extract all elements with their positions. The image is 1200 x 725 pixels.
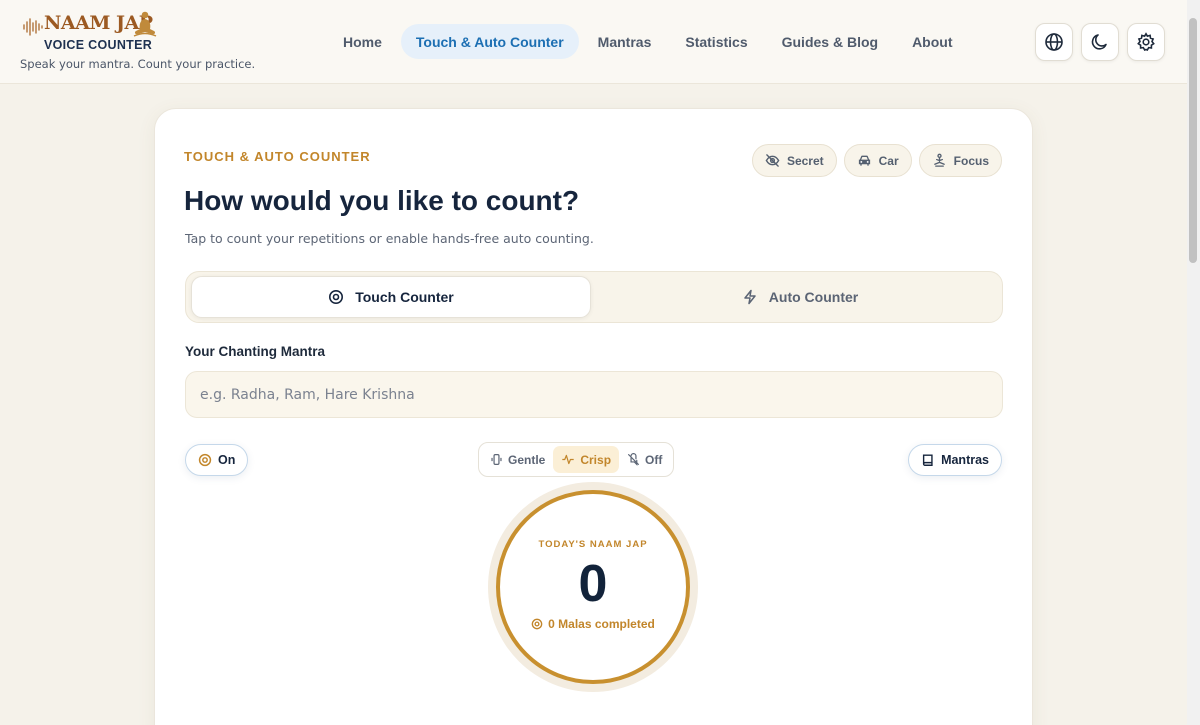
mantra-input[interactable] — [185, 371, 1003, 418]
lightning-icon — [744, 289, 756, 305]
nav-about[interactable]: About — [897, 24, 967, 59]
car-mode-label: Car — [878, 153, 899, 168]
site-logo[interactable]: NAAM JAP VOICE COUNTER — [22, 10, 162, 54]
sound-wave-icon — [23, 18, 43, 36]
page-title: How would you like to count? — [184, 185, 580, 216]
counter-type-switch: Touch Counter Auto Counter — [185, 271, 1003, 323]
car-icon — [858, 155, 870, 166]
site-header: NAAM JAP VOICE COUNTER Speak your mantra… — [0, 0, 1187, 84]
nav-mantras[interactable]: Mantras — [583, 24, 667, 59]
sound-toggle-label: On — [218, 453, 236, 467]
book-icon — [922, 454, 933, 466]
sound-toggle[interactable]: On — [185, 444, 249, 476]
touch-counter-tab[interactable]: Touch Counter — [191, 276, 591, 318]
mantras-button[interactable]: Mantras — [908, 444, 1002, 476]
mode-pills: Secret Car Focus — [745, 144, 1002, 177]
focus-icon — [933, 153, 945, 167]
target-icon — [329, 290, 344, 304]
mute-icon — [628, 453, 640, 466]
logo-subtitle: VOICE COUNTER — [44, 38, 153, 52]
scrollbar-thumb[interactable] — [1189, 18, 1197, 263]
target-icon — [198, 453, 212, 467]
haptic-off[interactable]: Off — [619, 446, 670, 473]
eye-off-icon — [765, 154, 780, 167]
vibrate-icon — [491, 454, 502, 465]
auto-counter-label: Auto Counter — [768, 289, 859, 305]
counter-label: TODAY'S NAAM JAP — [538, 539, 648, 550]
haptic-gentle-label: Gentle — [508, 452, 546, 467]
gear-icon — [1137, 32, 1155, 51]
secret-mode-label: Secret — [786, 153, 824, 168]
mantra-field-label: Your Chanting Mantra — [185, 344, 325, 359]
focus-mode-label: Focus — [953, 153, 989, 168]
moon-icon — [1091, 34, 1107, 50]
focus-mode-button[interactable]: Focus — [918, 144, 1002, 177]
settings-button[interactable] — [1127, 23, 1165, 61]
haptic-selector: Gentle Crisp Off — [478, 442, 675, 477]
counter-card: TOUCH & AUTO COUNTER Secret Car Focus Ho… — [154, 108, 1033, 725]
mantras-button-label: Mantras — [941, 453, 989, 467]
haptic-crisp[interactable]: Crisp — [553, 446, 620, 473]
theme-toggle-button[interactable] — [1081, 23, 1119, 61]
secret-mode-button[interactable]: Secret — [751, 144, 837, 177]
pulse-icon — [562, 454, 575, 465]
touch-counter-label: Touch Counter — [355, 289, 454, 305]
globe-icon — [1045, 33, 1063, 51]
nav-guides-blog[interactable]: Guides & Blog — [767, 24, 893, 59]
page-subtitle: Tap to count your repetitions or enable … — [185, 231, 594, 246]
section-eyebrow: TOUCH & AUTO COUNTER — [184, 149, 371, 164]
counter-value: 0 — [578, 555, 608, 613]
nav-home[interactable]: Home — [328, 24, 397, 59]
haptic-crisp-label: Crisp — [580, 452, 612, 467]
auto-counter-tab[interactable]: Auto Counter — [600, 276, 1000, 318]
malas-completed: 0 Malas completed — [496, 617, 690, 631]
language-button[interactable] — [1035, 23, 1073, 61]
car-mode-button[interactable]: Car — [843, 144, 912, 177]
malas-completed-label: 0 Malas completed — [548, 617, 655, 631]
nav-touch-auto-counter[interactable]: Touch & Auto Counter — [400, 24, 579, 59]
haptic-gentle[interactable]: Gentle — [482, 446, 553, 473]
haptic-off-label: Off — [645, 452, 663, 467]
main-nav: Home Touch & Auto Counter Mantras Statis… — [328, 24, 972, 59]
target-icon — [531, 618, 543, 630]
site-tagline: Speak your mantra. Count your practice. — [20, 57, 256, 71]
nav-statistics[interactable]: Statistics — [670, 24, 762, 59]
meditating-figure-icon — [133, 11, 157, 37]
